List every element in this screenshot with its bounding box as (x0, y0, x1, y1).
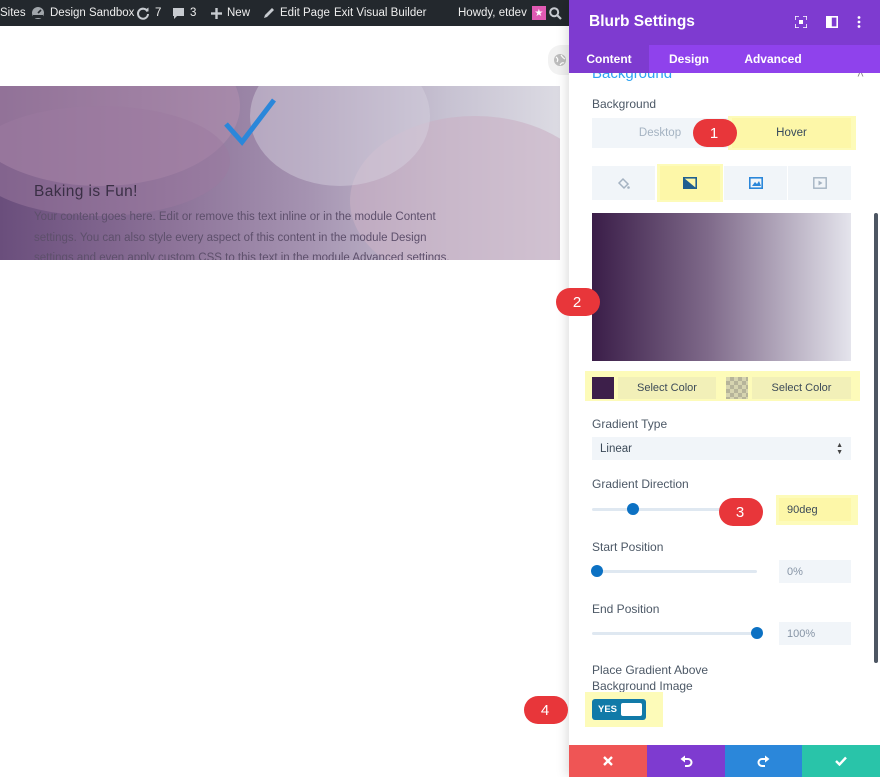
gradient-preview[interactable] (592, 213, 851, 361)
callout-marker-3: 3 (719, 498, 763, 526)
admin-bar-edit-page[interactable]: Edit Page (263, 0, 330, 26)
select-color-end[interactable]: Select Color (752, 377, 851, 399)
discard-button[interactable] (569, 745, 647, 777)
bg-type-image[interactable] (724, 166, 787, 200)
admin-bar-search[interactable] (549, 0, 562, 26)
admin-bar-sites[interactable]: Sites (0, 0, 26, 26)
tab-advanced[interactable]: Advanced (729, 45, 817, 73)
toggle-label: YES (598, 704, 618, 715)
bg-type-gradient[interactable] (660, 166, 720, 200)
howdy-label: Howdy, etdev (458, 7, 527, 19)
close-icon (603, 756, 613, 766)
end-position-label: End Position (592, 602, 660, 616)
screen: Sites Design Sandbox 7 3 New Edit Page E… (0, 0, 880, 777)
gradient-type-select[interactable]: Linear ▲ ▼ (592, 437, 851, 460)
admin-bar-updates[interactable]: 7 (136, 0, 161, 26)
callout-number: 1 (709, 124, 719, 142)
callout-marker-2: 2 (556, 288, 600, 316)
gradient-type-value: Linear (600, 442, 632, 455)
gradient-direction-slider-handle[interactable] (627, 503, 640, 515)
scrollbar[interactable] (874, 213, 878, 663)
video-icon (812, 177, 827, 189)
modal-tabs: Content Design Advanced (569, 45, 880, 73)
callout-marker-1: 1 (693, 119, 737, 147)
device-tab-hover[interactable]: Hover (732, 118, 851, 148)
place-gradient-label-line1: Place Gradient Above (592, 663, 709, 677)
start-position-slider-handle[interactable] (591, 565, 603, 577)
dashboard-icon (31, 6, 45, 20)
save-button[interactable] (802, 745, 880, 777)
admin-bar-new[interactable]: New (211, 0, 250, 26)
start-position-label: Start Position (592, 540, 664, 554)
select-arrows-icon: ▲ ▼ (836, 442, 843, 456)
admin-bar-account[interactable]: Howdy, etdev ★ (458, 0, 546, 26)
check-icon (835, 756, 847, 766)
end-position-slider-handle[interactable] (751, 627, 763, 639)
chevron-up-icon[interactable]: ˄ (857, 73, 864, 81)
place-gradient-label-line2: Background Image (592, 679, 693, 693)
undo-button[interactable] (647, 745, 725, 777)
blurb-body-text: Your content goes here. Edit or remove t… (34, 211, 450, 260)
blurb-title: Baking is Fun! (34, 183, 138, 200)
undo-icon (680, 755, 692, 767)
blurb-settings-modal: Blurb Settings Content Design Advanced B… (569, 0, 880, 777)
comments-count: 3 (190, 7, 197, 19)
search-icon (549, 6, 562, 20)
avatar: ★ (531, 6, 546, 20)
gradient-type-label: Gradient Type (592, 417, 668, 431)
plus-icon (211, 7, 222, 19)
tab-content[interactable]: Content (569, 45, 649, 73)
pencil-icon (263, 7, 275, 19)
callout-number: 2 (572, 293, 582, 311)
admin-bar-site-name[interactable]: Design Sandbox (31, 0, 134, 26)
modal-title: Blurb Settings (589, 13, 695, 30)
toggle-knob (621, 703, 642, 716)
end-position-slider-track[interactable] (592, 632, 757, 635)
section-title-background[interactable]: Background (592, 73, 672, 82)
edit-page-label: Edit Page (280, 7, 330, 19)
fullscreen-icon[interactable] (793, 14, 809, 30)
end-position-input[interactable]: 100% (779, 622, 851, 645)
image-icon (748, 177, 763, 189)
place-gradient-toggle[interactable]: YES (592, 699, 646, 720)
modal-footer (569, 745, 880, 777)
background-label: Background (592, 97, 657, 111)
split-view-icon[interactable] (824, 14, 840, 30)
color-swatch-start[interactable] (592, 377, 614, 399)
start-position-slider-track[interactable] (592, 570, 757, 573)
site-name-label: Design Sandbox (50, 7, 135, 19)
callout-marker-4: 4 (524, 696, 568, 724)
paint-bucket-icon (617, 177, 630, 189)
admin-bar-exit-builder[interactable]: Exit Visual Builder (334, 0, 426, 26)
refresh-icon (136, 6, 150, 20)
redo-icon (757, 755, 770, 767)
callout-number: 4 (540, 701, 550, 719)
color-swatch-end[interactable] (726, 377, 748, 399)
comment-icon (172, 7, 185, 20)
new-label: New (227, 7, 251, 19)
checkmark-icon (224, 98, 276, 146)
gradient-icon (683, 177, 697, 189)
updates-count: 7 (155, 7, 162, 19)
admin-bar-comments[interactable]: 3 (172, 0, 196, 26)
globe-icon (554, 54, 566, 66)
tab-design[interactable]: Design (649, 45, 729, 73)
redo-button[interactable] (725, 745, 802, 777)
callout-number: 3 (735, 503, 745, 521)
start-position-input[interactable]: 0% (779, 560, 851, 583)
gradient-direction-label: Gradient Direction (592, 477, 689, 491)
bg-type-video[interactable] (788, 166, 851, 200)
more-options-icon[interactable] (851, 14, 867, 30)
blurb-module-preview[interactable]: Baking is Fun! Your content goes here. E… (0, 86, 560, 260)
gradient-direction-input[interactable]: 90deg (779, 498, 851, 521)
select-color-start[interactable]: Select Color (618, 377, 716, 399)
bg-type-color[interactable] (592, 166, 655, 200)
modal-body: Background ˄ Background Desktop Hover Se… (569, 73, 880, 745)
exit-builder-label: Exit Visual Builder (334, 7, 427, 19)
sites-label: Sites (0, 7, 26, 19)
modal-header: Blurb Settings (569, 0, 880, 45)
